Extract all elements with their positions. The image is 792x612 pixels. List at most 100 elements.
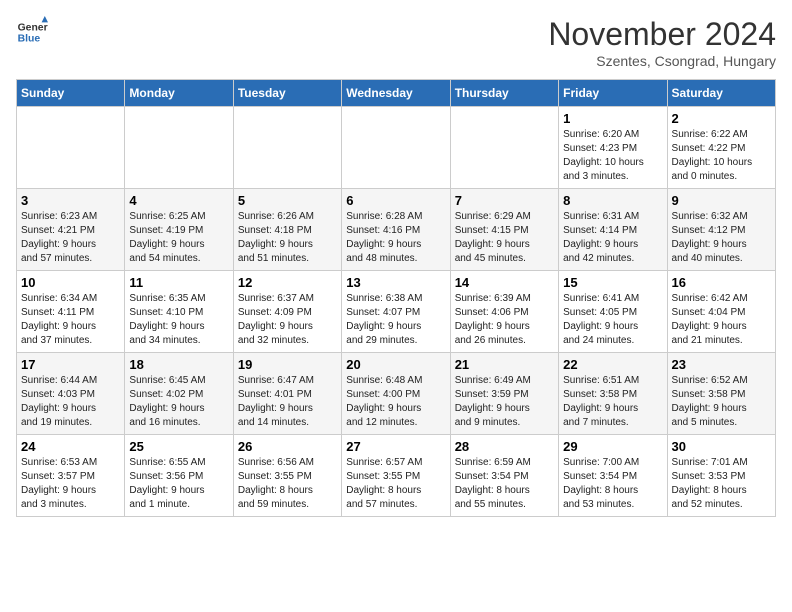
day-number: 11 [129, 275, 228, 290]
calendar-cell: 18Sunrise: 6:45 AM Sunset: 4:02 PM Dayli… [125, 353, 233, 435]
day-info: Sunrise: 7:01 AM Sunset: 3:53 PM Dayligh… [672, 456, 771, 512]
page-header: General Blue November 2024 Szentes, Cson… [16, 16, 776, 69]
day-number: 12 [238, 275, 337, 290]
day-number: 9 [672, 193, 771, 208]
day-number: 3 [21, 193, 120, 208]
day-number: 21 [455, 357, 554, 372]
day-number: 13 [346, 275, 445, 290]
day-info: Sunrise: 6:22 AM Sunset: 4:22 PM Dayligh… [672, 128, 771, 184]
day-info: Sunrise: 6:42 AM Sunset: 4:04 PM Dayligh… [672, 292, 771, 348]
weekday-header: Tuesday [233, 80, 341, 107]
calendar-table: SundayMondayTuesdayWednesdayThursdayFrid… [16, 79, 776, 517]
day-info: Sunrise: 6:29 AM Sunset: 4:15 PM Dayligh… [455, 210, 554, 266]
day-info: Sunrise: 6:37 AM Sunset: 4:09 PM Dayligh… [238, 292, 337, 348]
day-number: 6 [346, 193, 445, 208]
day-info: Sunrise: 6:39 AM Sunset: 4:06 PM Dayligh… [455, 292, 554, 348]
day-info: Sunrise: 6:47 AM Sunset: 4:01 PM Dayligh… [238, 374, 337, 430]
day-info: Sunrise: 6:44 AM Sunset: 4:03 PM Dayligh… [21, 374, 120, 430]
day-info: Sunrise: 6:48 AM Sunset: 4:00 PM Dayligh… [346, 374, 445, 430]
calendar-week-row: 3 Sunrise: 6:23 AM Sunset: 4:21 PM Daylig… [17, 189, 776, 271]
calendar-week-row: 24 Sunrise: 6:53 AM Sunset: 3:57 PM Dayli… [17, 435, 776, 517]
calendar-cell: 4Sunrise: 6:25 AM Sunset: 4:19 PM Daylig… [125, 189, 233, 271]
day-info: Sunrise: 6:20 AM Sunset: 4:23 PM Dayligh… [563, 128, 662, 184]
logo: General Blue [16, 16, 48, 48]
weekday-header: Friday [559, 80, 667, 107]
day-number: 8 [563, 193, 662, 208]
day-number: 26 [238, 439, 337, 454]
day-number: 16 [672, 275, 771, 290]
calendar-cell: 17Sunrise: 6:44 AM Sunset: 4:03 PM Dayli… [17, 353, 125, 435]
day-info: Sunrise: 7:00 AM Sunset: 3:54 PM Dayligh… [563, 456, 662, 512]
day-info: Sunrise: 6:28 AM Sunset: 4:16 PM Dayligh… [346, 210, 445, 266]
weekday-header: Saturday [667, 80, 775, 107]
weekday-header: Monday [125, 80, 233, 107]
calendar-cell: 23Sunrise: 6:52 AM Sunset: 3:58 PM Dayli… [667, 353, 775, 435]
weekday-header-row: SundayMondayTuesdayWednesdayThursdayFrid… [17, 80, 776, 107]
calendar-cell: 16 Sunrise: 6:42 AM Sunset: 4:04 PM Dayli… [667, 271, 775, 353]
calendar-cell: 25 Sunrise: 6:55 AM Sunset: 3:56 PM Dayli… [125, 435, 233, 517]
calendar-cell: 12 Sunrise: 6:37 AM Sunset: 4:09 PM Dayli… [233, 271, 341, 353]
day-number: 2 [672, 111, 771, 126]
calendar-cell: 24 Sunrise: 6:53 AM Sunset: 3:57 PM Dayli… [17, 435, 125, 517]
title-block: November 2024 Szentes, Csongrad, Hungary [548, 16, 776, 69]
calendar-cell: 1 Sunrise: 6:20 AM Sunset: 4:23 PM Daylig… [559, 107, 667, 189]
day-number: 22 [563, 357, 662, 372]
calendar-cell: 10Sunrise: 6:34 AM Sunset: 4:11 PM Dayli… [17, 271, 125, 353]
calendar-cell: 8 Sunrise: 6:31 AM Sunset: 4:14 PM Daylig… [559, 189, 667, 271]
calendar-cell: 14 Sunrise: 6:39 AM Sunset: 4:06 PM Dayli… [450, 271, 558, 353]
day-info: Sunrise: 6:35 AM Sunset: 4:10 PM Dayligh… [129, 292, 228, 348]
calendar-cell: 15 Sunrise: 6:41 AM Sunset: 4:05 PM Dayli… [559, 271, 667, 353]
calendar-cell: 28Sunrise: 6:59 AM Sunset: 3:54 PM Dayli… [450, 435, 558, 517]
day-number: 25 [129, 439, 228, 454]
day-info: Sunrise: 6:51 AM Sunset: 3:58 PM Dayligh… [563, 374, 662, 430]
day-info: Sunrise: 6:57 AM Sunset: 3:55 PM Dayligh… [346, 456, 445, 512]
day-info: Sunrise: 6:55 AM Sunset: 3:56 PM Dayligh… [129, 456, 228, 512]
day-info: Sunrise: 6:26 AM Sunset: 4:18 PM Dayligh… [238, 210, 337, 266]
day-number: 28 [455, 439, 554, 454]
calendar-cell: 20Sunrise: 6:48 AM Sunset: 4:00 PM Dayli… [342, 353, 450, 435]
day-info: Sunrise: 6:49 AM Sunset: 3:59 PM Dayligh… [455, 374, 554, 430]
calendar-cell: 2 Sunrise: 6:22 AM Sunset: 4:22 PM Daylig… [667, 107, 775, 189]
day-info: Sunrise: 6:41 AM Sunset: 4:05 PM Dayligh… [563, 292, 662, 348]
day-info: Sunrise: 6:34 AM Sunset: 4:11 PM Dayligh… [21, 292, 120, 348]
day-info: Sunrise: 6:38 AM Sunset: 4:07 PM Dayligh… [346, 292, 445, 348]
day-info: Sunrise: 6:25 AM Sunset: 4:19 PM Dayligh… [129, 210, 228, 266]
day-info: Sunrise: 6:45 AM Sunset: 4:02 PM Dayligh… [129, 374, 228, 430]
day-info: Sunrise: 6:52 AM Sunset: 3:58 PM Dayligh… [672, 374, 771, 430]
calendar-cell: 9Sunrise: 6:32 AM Sunset: 4:12 PM Daylig… [667, 189, 775, 271]
day-number: 14 [455, 275, 554, 290]
calendar-cell: 21 Sunrise: 6:49 AM Sunset: 3:59 PM Dayli… [450, 353, 558, 435]
weekday-header: Wednesday [342, 80, 450, 107]
calendar-cell [17, 107, 125, 189]
calendar-cell: 22 Sunrise: 6:51 AM Sunset: 3:58 PM Dayli… [559, 353, 667, 435]
calendar-cell: 19Sunrise: 6:47 AM Sunset: 4:01 PM Dayli… [233, 353, 341, 435]
calendar-week-row: 1 Sunrise: 6:20 AM Sunset: 4:23 PM Daylig… [17, 107, 776, 189]
day-number: 1 [563, 111, 662, 126]
calendar-cell: 5 Sunrise: 6:26 AM Sunset: 4:18 PM Daylig… [233, 189, 341, 271]
calendar-cell: 7Sunrise: 6:29 AM Sunset: 4:15 PM Daylig… [450, 189, 558, 271]
calendar-cell: 13 Sunrise: 6:38 AM Sunset: 4:07 PM Dayli… [342, 271, 450, 353]
day-number: 27 [346, 439, 445, 454]
day-info: Sunrise: 6:53 AM Sunset: 3:57 PM Dayligh… [21, 456, 120, 512]
calendar-week-row: 17Sunrise: 6:44 AM Sunset: 4:03 PM Dayli… [17, 353, 776, 435]
calendar-cell: 11 Sunrise: 6:35 AM Sunset: 4:10 PM Dayli… [125, 271, 233, 353]
calendar-cell: 3 Sunrise: 6:23 AM Sunset: 4:21 PM Daylig… [17, 189, 125, 271]
day-info: Sunrise: 6:23 AM Sunset: 4:21 PM Dayligh… [21, 210, 120, 266]
day-info: Sunrise: 6:31 AM Sunset: 4:14 PM Dayligh… [563, 210, 662, 266]
location: Szentes, Csongrad, Hungary [548, 53, 776, 69]
calendar-cell: 6 Sunrise: 6:28 AM Sunset: 4:16 PM Daylig… [342, 189, 450, 271]
svg-text:Blue: Blue [18, 34, 41, 45]
day-number: 5 [238, 193, 337, 208]
logo-icon: General Blue [16, 16, 48, 48]
calendar-cell [125, 107, 233, 189]
weekday-header: Sunday [17, 80, 125, 107]
weekday-header: Thursday [450, 80, 558, 107]
calendar-cell: 27 Sunrise: 6:57 AM Sunset: 3:55 PM Dayli… [342, 435, 450, 517]
day-number: 15 [563, 275, 662, 290]
day-number: 29 [563, 439, 662, 454]
calendar-week-row: 10Sunrise: 6:34 AM Sunset: 4:11 PM Dayli… [17, 271, 776, 353]
calendar-cell: 26Sunrise: 6:56 AM Sunset: 3:55 PM Dayli… [233, 435, 341, 517]
calendar-cell: 29 Sunrise: 7:00 AM Sunset: 3:54 PM Dayli… [559, 435, 667, 517]
day-number: 24 [21, 439, 120, 454]
calendar-cell [233, 107, 341, 189]
